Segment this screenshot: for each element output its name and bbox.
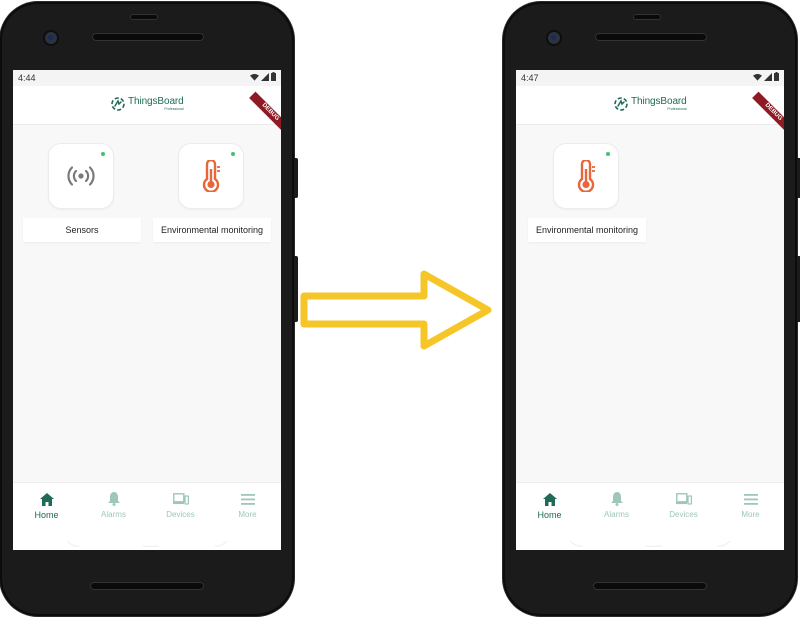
status-time: 4:47 <box>521 73 539 83</box>
top-notch <box>130 14 158 20</box>
logo-name: ThingsBoard <box>631 96 687 107</box>
tile-label: Environmental monitoring <box>528 218 646 242</box>
wifi-icon <box>753 73 762 81</box>
wifi-sensor-icon <box>67 166 95 186</box>
thingsboard-logo-icon <box>614 97 628 112</box>
thingsboard-logo-icon <box>111 97 125 112</box>
nav-more[interactable]: More <box>717 491 784 519</box>
status-bar: 4:44 <box>13 70 281 86</box>
earpiece-speaker <box>92 33 204 41</box>
transition-arrow-icon <box>300 270 492 350</box>
app-bar: ThingsBoard Professional DEBUG <box>13 86 281 134</box>
nav-alarms[interactable]: Alarms <box>583 491 650 519</box>
bottom-navigation: Home Alarms Devices More <box>13 482 281 550</box>
logo-name: ThingsBoard <box>128 96 184 107</box>
devices-icon <box>172 493 189 505</box>
gesture-hint <box>569 541 731 547</box>
gesture-hint <box>66 541 228 547</box>
tile-icon-box <box>49 144 113 208</box>
tile-icon-box <box>554 144 618 208</box>
devices-icon <box>675 493 692 505</box>
menu-icon <box>743 493 758 505</box>
nav-label: Home <box>537 510 562 520</box>
screen-after: 4:47 ThingsBoard Professional DEBUG Envi… <box>516 70 784 550</box>
nav-label: Devices <box>166 510 195 519</box>
nav-devices[interactable]: Devices <box>650 491 717 519</box>
bottom-speaker <box>593 582 707 590</box>
online-status-dot <box>101 152 105 156</box>
menu-icon <box>240 493 255 505</box>
phone-before: 4:44 ThingsBoard Professional DEBUG Sens… <box>0 2 298 616</box>
bell-icon <box>107 492 120 506</box>
screen-before: 4:44 ThingsBoard Professional DEBUG Sens… <box>13 70 281 550</box>
phone-after: 4:47 ThingsBoard Professional DEBUG Envi… <box>503 2 800 616</box>
nav-devices[interactable]: Devices <box>147 491 214 519</box>
online-status-dot <box>231 152 235 156</box>
front-camera <box>548 32 560 44</box>
signal-icon <box>261 72 269 81</box>
nav-home[interactable]: Home <box>516 491 583 520</box>
thermometer-icon <box>577 160 595 192</box>
top-notch <box>633 14 661 20</box>
front-camera <box>45 32 57 44</box>
nav-alarms[interactable]: Alarms <box>80 491 147 519</box>
battery-icon <box>774 72 779 81</box>
logo-edition: Professional <box>667 107 687 111</box>
tile-label: Sensors <box>23 218 141 242</box>
logo-edition: Professional <box>164 107 184 111</box>
nav-label: Alarms <box>101 510 126 519</box>
thingsboard-logo: ThingsBoard Professional <box>614 97 687 112</box>
nav-label: Devices <box>669 510 698 519</box>
home-icon <box>542 492 557 506</box>
nav-label: More <box>741 510 760 519</box>
power-button <box>294 158 298 198</box>
battery-icon <box>271 72 276 81</box>
bell-icon <box>610 492 623 506</box>
wifi-icon <box>250 73 259 81</box>
tile-icon-box <box>179 144 243 208</box>
nav-label: Home <box>34 510 59 520</box>
tile-environmental-monitoring[interactable]: Environmental monitoring <box>153 138 271 242</box>
tile-environmental-monitoring[interactable]: Environmental monitoring <box>528 138 646 242</box>
nav-more[interactable]: More <box>214 491 281 519</box>
signal-icon <box>764 72 772 81</box>
earpiece-speaker <box>595 33 707 41</box>
thermometer-icon <box>202 160 220 192</box>
bottom-speaker <box>90 582 204 590</box>
nav-label: Alarms <box>604 510 629 519</box>
tile-sensors[interactable]: Sensors <box>23 138 141 242</box>
online-status-dot <box>606 152 610 156</box>
nav-label: More <box>238 510 257 519</box>
tile-label: Environmental monitoring <box>153 218 271 242</box>
debug-ribbon: DEBUG <box>249 91 281 134</box>
home-icon <box>39 492 54 506</box>
bottom-navigation: Home Alarms Devices More <box>516 482 784 550</box>
app-bar: ThingsBoard Professional DEBUG <box>516 86 784 134</box>
debug-ribbon: DEBUG <box>752 91 784 134</box>
status-time: 4:44 <box>18 73 36 83</box>
thingsboard-logo: ThingsBoard Professional <box>111 97 184 112</box>
status-bar: 4:47 <box>516 70 784 86</box>
nav-home[interactable]: Home <box>13 491 80 520</box>
